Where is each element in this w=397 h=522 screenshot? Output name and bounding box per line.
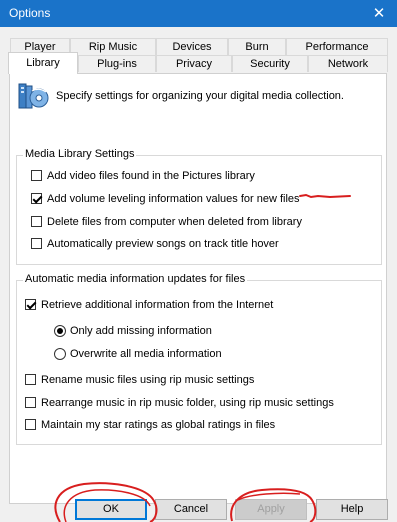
- option-label: Add video files found in the Pictures li…: [47, 170, 255, 182]
- tab-plug-ins[interactable]: Plug-ins: [78, 55, 156, 72]
- apply-button[interactable]: Apply: [235, 499, 307, 520]
- panel-description: Specify settings for organizing your dig…: [56, 90, 344, 102]
- dialog-body: Player Rip Music Devices Burn Performanc…: [0, 27, 397, 522]
- help-button[interactable]: Help: [316, 499, 388, 520]
- option-label: Rename music files using rip music setti…: [41, 374, 255, 386]
- checkbox[interactable]: [25, 374, 36, 385]
- close-icon[interactable]: ✕: [361, 0, 397, 27]
- checkbox[interactable]: [31, 193, 42, 204]
- option-label: Retrieve additional information from the…: [41, 299, 274, 311]
- checkbox[interactable]: [31, 238, 42, 249]
- checkbox[interactable]: [31, 216, 42, 227]
- checkbox[interactable]: [31, 170, 42, 181]
- tab-security[interactable]: Security: [232, 55, 308, 72]
- radio-button[interactable]: [54, 348, 66, 360]
- checkbox[interactable]: [25, 419, 36, 430]
- tab-burn[interactable]: Burn: [228, 38, 286, 55]
- window-title: Options: [9, 6, 51, 20]
- tab-rip-music[interactable]: Rip Music: [70, 38, 156, 55]
- auto-updates-group: Automatic media information updates for …: [16, 273, 382, 445]
- group-title: Automatic media information updates for …: [23, 273, 248, 285]
- library-tab-panel: Specify settings for organizing your dig…: [9, 73, 387, 504]
- title-bar: Options ✕: [0, 0, 397, 27]
- group-title: Media Library Settings: [23, 148, 137, 160]
- tab-network[interactable]: Network: [308, 55, 388, 72]
- option-label: Delete files from computer when deleted …: [47, 216, 302, 228]
- ok-button[interactable]: OK: [75, 499, 147, 520]
- checkbox[interactable]: [25, 299, 36, 310]
- cancel-button[interactable]: Cancel: [155, 499, 227, 520]
- option-label: Overwrite all media information: [70, 348, 222, 360]
- option-label: Only add missing information: [70, 325, 212, 337]
- option-label: Add volume leveling information values f…: [47, 193, 300, 205]
- tab-privacy[interactable]: Privacy: [156, 55, 232, 72]
- tab-library[interactable]: Library: [8, 52, 78, 74]
- media-library-settings-group: Media Library Settings Add video files f…: [16, 148, 382, 265]
- media-library-icon: [18, 83, 49, 109]
- tab-devices[interactable]: Devices: [156, 38, 228, 55]
- tab-performance[interactable]: Performance: [286, 38, 388, 55]
- radio-button[interactable]: [54, 325, 66, 337]
- option-label: Automatically preview songs on track tit…: [47, 238, 279, 250]
- option-label: Rearrange music in rip music folder, usi…: [41, 397, 334, 409]
- panel-header: Specify settings for organizing your dig…: [18, 81, 378, 113]
- option-label: Maintain my star ratings as global ratin…: [41, 419, 276, 431]
- checkbox[interactable]: [25, 397, 36, 408]
